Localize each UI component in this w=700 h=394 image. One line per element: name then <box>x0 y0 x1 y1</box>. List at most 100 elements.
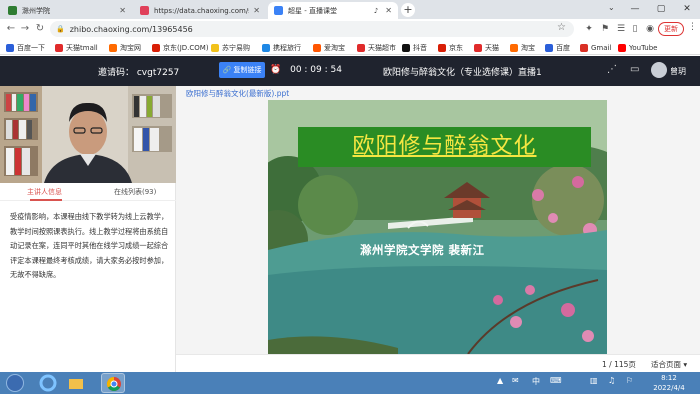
bookmark-favicon-icon <box>618 43 626 52</box>
copy-link-button[interactable]: 🔗 复制链接 <box>219 62 265 78</box>
file-name[interactable]: 欧阳修与醉翁文化(最新版).ppt <box>186 88 289 99</box>
bookmark-item[interactable]: 淘宝 <box>510 42 535 53</box>
bookmark-label: 苏宁易购 <box>222 43 250 52</box>
host-video <box>0 86 176 183</box>
bookmark-label: 淘宝网 <box>120 43 141 52</box>
browser-tab-strip: 滁州学院 ✕ https://data.chaoxing.com/sta ✕ 超… <box>0 0 700 19</box>
live-header: 邀请码： cvgt7257 🔗 复制链接 ⏰ 00 : 09 : 54 欧阳修与… <box>0 56 700 86</box>
share-icon[interactable]: ⋰ <box>607 64 617 75</box>
bookmark-label: 淘宝 <box>521 43 535 52</box>
update-button[interactable]: 更新 <box>658 22 684 36</box>
bookmark-label: 爱淘宝 <box>324 43 345 52</box>
address-bar[interactable]: 🔒 zhibo.chaoxing.com/13965456 ☆ <box>50 21 574 37</box>
clock-time: 8:12 <box>661 374 677 382</box>
bookmark-favicon-icon <box>109 43 117 52</box>
tray-flag-icon[interactable]: ⚐ <box>626 376 633 385</box>
bookmark-label: 京东(JD.COM) <box>163 43 209 52</box>
tab-title: https://data.chaoxing.com/sta <box>154 6 250 15</box>
sidepanel-icon[interactable]: ▯ <box>628 22 642 36</box>
course-title: 欧阳修与醉翁文化（专业选修课）直播1 <box>383 68 542 78</box>
ie-taskbar-icon[interactable] <box>36 373 60 393</box>
maximize-icon[interactable]: ▢ <box>648 0 674 19</box>
bookmark-item[interactable]: 爱淘宝 <box>313 42 345 53</box>
tab-search-icon[interactable]: ⌄ <box>608 3 615 12</box>
bookmark-item[interactable]: 携程旅行 <box>262 42 301 53</box>
bookmark-item[interactable]: 抖音 <box>402 42 427 53</box>
close-icon[interactable]: ✕ <box>385 6 392 15</box>
bookmark-label: YouTube <box>629 43 658 52</box>
bookmark-item[interactable]: YouTube <box>618 42 657 53</box>
tab-host-info[interactable]: 主讲人信息 <box>27 187 62 197</box>
ime-icon[interactable]: 中 <box>532 376 540 387</box>
chrome-taskbar-icon[interactable] <box>101 373 125 393</box>
system-clock[interactable]: 8:12 2022/4/4 <box>649 373 689 393</box>
bookmark-item[interactable]: 苏宁易购 <box>211 42 250 53</box>
bookmark-item[interactable]: 淘宝网 <box>109 42 141 53</box>
bookmark-label: 京东 <box>449 43 463 52</box>
browser-tab-active[interactable]: 超星 - 直播课堂 ♪ ✕ <box>268 2 398 19</box>
chrome-icon <box>106 376 121 391</box>
avatar[interactable] <box>651 62 667 78</box>
close-icon[interactable]: ✕ <box>253 6 260 15</box>
tray-expand-icon[interactable]: ▲ <box>497 376 503 385</box>
browser-tab-1[interactable]: 滁州学院 ✕ <box>2 2 132 19</box>
current-page: 1 <box>602 360 607 369</box>
user-name: 曾玥 <box>670 67 686 76</box>
browser-tab-2[interactable]: https://data.chaoxing.com/sta ✕ <box>134 2 266 19</box>
bookmark-item[interactable]: 京东 <box>438 42 463 53</box>
bookmark-favicon-icon <box>474 43 482 52</box>
ie-icon <box>39 374 57 392</box>
close-icon[interactable]: ✕ <box>119 6 126 15</box>
minimize-icon[interactable]: — <box>622 0 648 19</box>
volume-icon[interactable]: ♫ <box>608 376 615 385</box>
menu-dots-icon[interactable]: ⋮ <box>688 22 697 32</box>
bookmark-item[interactable]: 京东(JD.COM) <box>152 42 209 53</box>
bookmark-item[interactable]: 天猫超市 <box>357 42 396 53</box>
network-icon[interactable]: ▥ <box>590 376 598 385</box>
extension-puzzle-icon[interactable]: ✦ <box>582 22 596 36</box>
reading-list-icon[interactable]: ☰ <box>614 22 628 36</box>
windows-taskbar: ▲ ✉ 中 ⌨ ▥ ♫ ⚐ 8:12 2022/4/4 <box>0 372 700 394</box>
forward-icon[interactable]: → <box>18 22 32 36</box>
explorer-taskbar-icon[interactable] <box>64 373 88 393</box>
bookmark-item[interactable]: Gmail <box>580 42 611 53</box>
course-notice: 受疫情影响，本课程由线下教学转为线上云教学，教学时间按照课表执行。线上教学过程将… <box>10 212 169 279</box>
bookmark-label: 百度 <box>556 43 570 52</box>
bookmark-favicon-icon <box>6 43 14 52</box>
elapsed-time: 00 : 09 : 54 <box>290 65 342 75</box>
tab-title: 超星 - 直播课堂 <box>288 6 337 15</box>
page-bar: 1 / 115页 适合页面 ▾ <box>176 354 700 372</box>
extension-icon[interactable]: ⚑ <box>598 22 612 36</box>
bookmark-favicon-icon <box>55 43 63 52</box>
fit-mode-select[interactable]: 适合页面 ▾ <box>651 359 687 370</box>
bookmark-favicon-icon <box>510 43 518 52</box>
link-icon: 🔗 <box>222 66 232 74</box>
bookmark-item[interactable]: 天猫 <box>474 42 499 53</box>
start-button-icon[interactable] <box>6 374 24 392</box>
slide-author: 滁州学院文学院 裴新江 <box>360 243 485 257</box>
bookmark-item[interactable]: 百度 <box>545 42 570 53</box>
bookmark-label: 携程旅行 <box>273 43 301 52</box>
bookmark-label: Gmail <box>591 43 612 52</box>
reload-icon[interactable]: ↻ <box>33 22 47 36</box>
chat-icon[interactable]: ▭ <box>630 64 639 75</box>
tab-online-list[interactable]: 在线列表(93) <box>114 187 156 197</box>
bookmark-favicon-icon <box>357 43 365 52</box>
speaker-icon[interactable]: ♪ <box>374 7 378 15</box>
bookmark-item[interactable]: 百度一下 <box>6 42 45 53</box>
bookmark-label: 天猫超市 <box>368 43 396 52</box>
bookmark-favicon-icon <box>211 43 219 52</box>
lock-icon[interactable]: 🔒 <box>56 25 65 33</box>
tray-app-icon[interactable]: ✉ <box>512 376 519 385</box>
new-tab-button[interactable]: + <box>401 3 415 17</box>
bookmark-item[interactable]: 天猫tmall <box>55 42 98 53</box>
back-icon[interactable]: ← <box>4 22 18 36</box>
close-window-icon[interactable]: ✕ <box>674 0 700 19</box>
page-indicator[interactable]: 1 / 115页 <box>602 359 636 370</box>
profile-icon[interactable]: ◉ <box>643 22 657 36</box>
presentation-area: 欧阳修与醉翁文化(最新版).ppt 欧阳修与醉翁文化 滁州学院文学院 裴新江 1… <box>176 86 700 372</box>
keyboard-icon[interactable]: ⌨ <box>550 376 562 385</box>
address-toolbar: ← → ↻ 🔒 zhibo.chaoxing.com/13965456 ☆ ✦ … <box>0 19 700 40</box>
bookmark-favicon-icon <box>402 43 410 52</box>
bookmark-star-icon[interactable]: ☆ <box>557 22 566 33</box>
